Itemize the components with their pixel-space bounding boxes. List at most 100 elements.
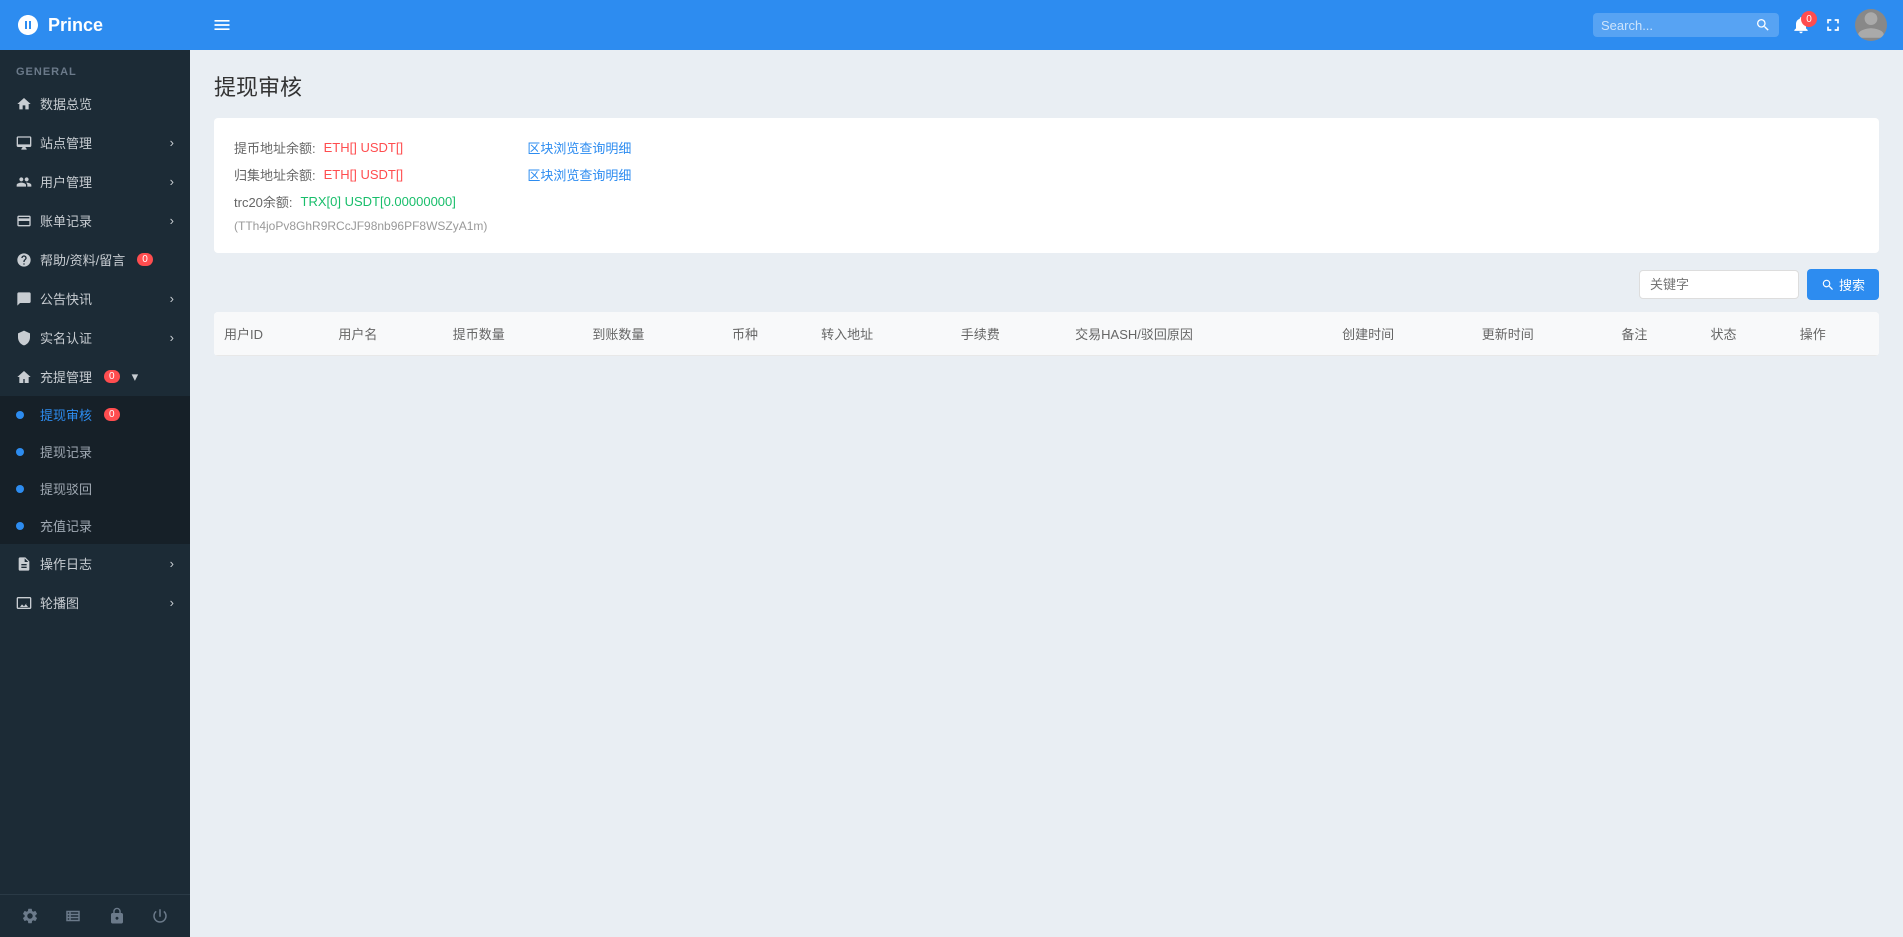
- fullscreen-button[interactable]: [1823, 15, 1843, 35]
- lock-button[interactable]: [108, 907, 126, 925]
- submenu-item-withdraw-audit[interactable]: 提现审核 0: [0, 396, 190, 433]
- app-name: Prince: [48, 15, 103, 36]
- sidebar-item-notice-label: 公告快讯: [40, 289, 92, 308]
- sidebar-item-site-label: 站点管理: [40, 133, 92, 152]
- site-manage-arrow: ›: [170, 135, 174, 150]
- sidebar-item-notice[interactable]: 公告快讯 ›: [0, 279, 190, 318]
- trc20-addr: (TTh4joPv8GhR9RCcJF98nb96PF8WSZyA1m): [234, 219, 487, 233]
- help-badge: 0: [137, 253, 153, 266]
- sidebar-item-realname[interactable]: 实名认证 ›: [0, 318, 190, 357]
- sidebar-item-user-manage[interactable]: 用户管理 ›: [0, 162, 190, 201]
- dot-withdraw-records: [16, 448, 24, 456]
- col-update-time: 更新时间: [1472, 312, 1612, 356]
- collect-balance-value: ETH[] USDT[]: [324, 167, 403, 182]
- sidebar-item-realname-label: 实名认证: [40, 328, 92, 347]
- carousel-arrow: ›: [170, 595, 174, 610]
- recharge-submenu: 提现审核 0 提现记录 提现驳回 充值记录: [0, 396, 190, 544]
- notice-icon: [16, 291, 32, 307]
- withdraw-audit-badge: 0: [104, 408, 120, 421]
- layout-button[interactable]: [64, 907, 82, 925]
- app-logo: Prince: [16, 13, 196, 37]
- recharge-arrow: ▾: [132, 369, 139, 385]
- info-row-trc20-addr: (TTh4joPv8GhR9RCcJF98nb96PF8WSZyA1m): [234, 219, 487, 233]
- fullscreen-icon: [1823, 15, 1843, 35]
- sidebar-item-site-manage[interactable]: 站点管理 ›: [0, 123, 190, 162]
- dot-withdraw-audit: [16, 411, 24, 419]
- col-transfer-addr: 转入地址: [811, 312, 951, 356]
- submenu-withdraw-audit-label: 提现审核: [40, 405, 92, 424]
- sidebar-item-account-records[interactable]: 账单记录 ›: [0, 201, 190, 240]
- lock-icon: [108, 907, 126, 925]
- power-icon: [151, 907, 169, 925]
- search-bar: 搜索: [214, 269, 1879, 300]
- sidebar: GENERAL 数据总览 站点管理 › 用户管理 › 账单记录 › 帮助/资料/…: [0, 50, 190, 937]
- blockchain-link-2[interactable]: 区块浏览查询明细: [527, 165, 631, 184]
- search-button-label: 搜索: [1839, 275, 1865, 294]
- info-col-left: 提币地址余额: ETH[] USDT[] 归集地址余额: ETH[] USDT[…: [234, 138, 487, 233]
- submenu-item-withdraw-records[interactable]: 提现记录: [0, 433, 190, 470]
- notice-arrow: ›: [170, 291, 174, 306]
- monitor-icon: [16, 135, 32, 151]
- trc20-value: TRX[0] USDT[0.00000000]: [301, 194, 456, 209]
- table-card: 用户ID 用户名 提币数量 到账数量 币种 转入地址 手续费 交易HASH/驳回…: [214, 312, 1879, 356]
- table-header-row: 用户ID 用户名 提币数量 到账数量 币种 转入地址 手续费 交易HASH/驳回…: [214, 312, 1879, 356]
- sidebar-item-help[interactable]: 帮助/资料/留言 0: [0, 240, 190, 279]
- col-username: 用户名: [328, 312, 442, 356]
- submenu-withdraw-records-label: 提现记录: [40, 442, 92, 461]
- topbar: Prince 0: [0, 0, 1903, 50]
- info-col-right: 区块浏览查询明细 区块浏览查询明细: [527, 138, 631, 233]
- log-icon: [16, 556, 32, 572]
- bill-icon: [16, 213, 32, 229]
- layout-icon: [64, 907, 82, 925]
- withdraw-balance-value: ETH[] USDT[]: [324, 140, 403, 155]
- log-arrow: ›: [170, 556, 174, 571]
- sidebar-item-recharge-manage[interactable]: 充提管理 0 ▾: [0, 357, 190, 396]
- sidebar-item-operation-log[interactable]: 操作日志 ›: [0, 544, 190, 583]
- info-row-collect-balance: 归集地址余额: ETH[] USDT[]: [234, 165, 487, 184]
- sidebar-item-dashboard[interactable]: 数据总览: [0, 84, 190, 123]
- info-row-withdraw-balance: 提币地址余额: ETH[] USDT[]: [234, 138, 487, 157]
- search-icon: [1755, 17, 1771, 33]
- realname-arrow: ›: [170, 330, 174, 345]
- image-icon: [16, 595, 32, 611]
- sidebar-item-dashboard-label: 数据总览: [40, 94, 92, 113]
- collect-balance-label: 归集地址余额:: [234, 165, 316, 184]
- submenu-withdraw-refund-label: 提现驳回: [40, 479, 92, 498]
- user-icon: [16, 174, 32, 190]
- keyword-input[interactable]: [1639, 270, 1799, 299]
- search-box[interactable]: [1593, 13, 1779, 37]
- blockchain-link-1[interactable]: 区块浏览查询明细: [527, 138, 631, 157]
- submenu-item-recharge-records[interactable]: 充值记录: [0, 507, 190, 544]
- col-currency: 币种: [722, 312, 811, 356]
- col-action: 操作: [1790, 312, 1879, 356]
- settings-button[interactable]: [21, 907, 39, 925]
- gear-icon: [21, 907, 39, 925]
- avatar-icon: [1855, 9, 1887, 41]
- info-row-link2: 区块浏览查询明细: [527, 165, 631, 184]
- search-submit-button[interactable]: [1755, 17, 1771, 33]
- notification-button[interactable]: 0: [1791, 15, 1811, 35]
- avatar[interactable]: [1855, 9, 1887, 41]
- sidebar-item-user-label: 用户管理: [40, 172, 92, 191]
- submenu-item-withdraw-refund[interactable]: 提现驳回: [0, 470, 190, 507]
- main-content: 提现审核 提币地址余额: ETH[] USDT[] 归集地址余额: ETH[] …: [190, 50, 1903, 937]
- sidebar-item-carousel[interactable]: 轮播图 ›: [0, 583, 190, 622]
- topbar-right: 0: [1593, 9, 1887, 41]
- layout: GENERAL 数据总览 站点管理 › 用户管理 › 账单记录 › 帮助/资料/…: [0, 50, 1903, 937]
- notification-badge: 0: [1801, 11, 1817, 27]
- col-receive-amount: 到账数量: [582, 312, 722, 356]
- col-fee: 手续费: [951, 312, 1065, 356]
- realname-icon: [16, 330, 32, 346]
- hamburger-button[interactable]: [212, 15, 232, 35]
- col-create-time: 创建时间: [1332, 312, 1472, 356]
- sidebar-item-recharge-label: 充提管理: [40, 367, 92, 386]
- sidebar-item-help-label: 帮助/资料/留言: [40, 250, 125, 269]
- col-remark: 备注: [1611, 312, 1700, 356]
- menu-icon: [212, 15, 232, 35]
- search-btn-icon: [1821, 278, 1835, 292]
- topbar-left: Prince: [16, 13, 232, 37]
- power-button[interactable]: [151, 907, 169, 925]
- search-button[interactable]: 搜索: [1807, 269, 1879, 300]
- withdraw-balance-label: 提币地址余额:: [234, 138, 316, 157]
- search-input[interactable]: [1601, 18, 1751, 33]
